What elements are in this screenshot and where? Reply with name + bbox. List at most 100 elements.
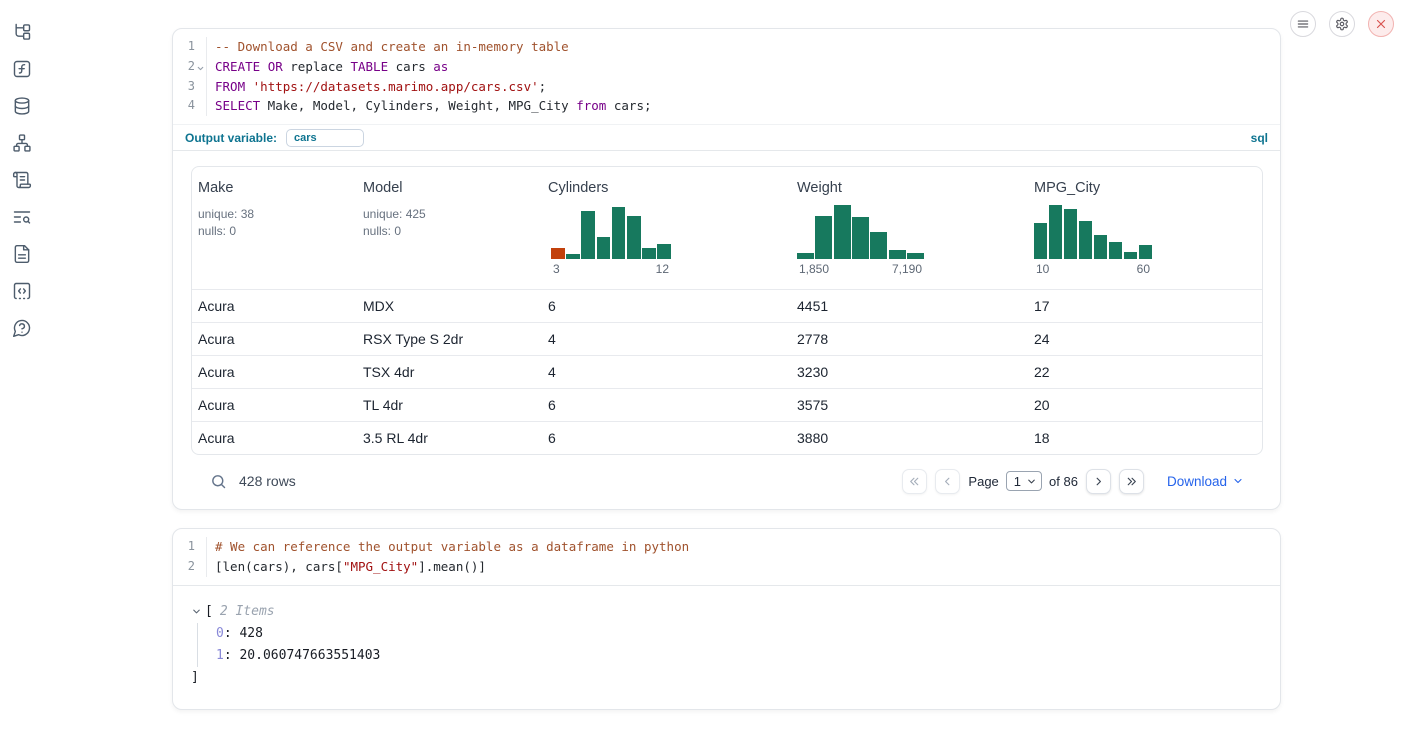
- histogram: [797, 205, 924, 259]
- histogram-bar: [907, 253, 924, 259]
- histogram-bar: [1124, 252, 1137, 259]
- fold-chevron-icon: [196, 64, 205, 73]
- line-number: 2: [173, 57, 195, 77]
- page-number-value: 1: [1014, 474, 1021, 489]
- table-column-header: Make unique: 38nulls: 0: [192, 167, 357, 289]
- settings-button[interactable]: [1329, 11, 1355, 37]
- column-stat: nulls: 0: [363, 223, 534, 240]
- tree-close-bracket: ]: [191, 667, 1262, 689]
- table-column-header: Cylinders312: [542, 167, 791, 289]
- code-snippet-icon: [12, 281, 32, 301]
- table-row: AcuraTL 4dr6357520: [192, 388, 1262, 421]
- column-stats: unique: 425nulls: 0: [363, 206, 534, 239]
- hist-min-label: 1,850: [799, 262, 829, 276]
- column-name[interactable]: Weight: [797, 180, 1020, 196]
- table-cell: 3230: [791, 356, 1028, 388]
- panel-datasources-button[interactable]: [11, 95, 33, 117]
- next-page-button[interactable]: [1086, 469, 1111, 494]
- column-stats: unique: 38nulls: 0: [198, 206, 349, 239]
- histogram-bar: [642, 248, 656, 259]
- scroll-text-icon: [12, 170, 32, 190]
- file-tree-icon: [12, 22, 32, 42]
- code-line[interactable]: 2CREATE OR replace TABLE cars as: [173, 57, 1280, 77]
- table-row: AcuraMDX6445117: [192, 289, 1262, 322]
- tree-root-row: [ 2 Items: [191, 601, 1262, 623]
- previous-page-button[interactable]: [935, 469, 960, 494]
- column-name[interactable]: Model: [363, 180, 534, 196]
- collapse-chevron-icon[interactable]: [191, 606, 202, 617]
- histogram-bar: [566, 254, 580, 259]
- tree-index: 1: [216, 648, 224, 663]
- histogram-bar: [657, 244, 671, 259]
- column-name[interactable]: MPG_City: [1034, 180, 1254, 196]
- panel-help-button[interactable]: [11, 317, 33, 339]
- table-column-header: MPG_City1060: [1028, 167, 1262, 289]
- panel-documentation-button[interactable]: [11, 243, 33, 265]
- table-cell: 24: [1028, 323, 1262, 355]
- table-cell: Acura: [192, 389, 357, 421]
- close-icon: [1374, 17, 1388, 31]
- download-label: Download: [1167, 474, 1227, 489]
- table-cell: Acura: [192, 356, 357, 388]
- table-header-row: Make unique: 38nulls: 0 Model unique: 425nu…: [192, 167, 1262, 289]
- output-variable-label: Output variable:: [185, 131, 277, 145]
- column-name[interactable]: Make: [198, 180, 349, 196]
- histogram-bar: [1079, 221, 1092, 259]
- tree-entry: 1: 20.060747663551403: [216, 645, 1262, 667]
- column-name[interactable]: Cylinders: [548, 180, 783, 196]
- histogram-bar: [1064, 209, 1077, 259]
- output-variable-input[interactable]: [286, 129, 364, 147]
- data-table: Make unique: 38nulls: 0 Model unique: 425nu…: [191, 166, 1263, 455]
- panel-dependency-graph-button[interactable]: [11, 132, 33, 154]
- code-line[interactable]: 2[len(cars), cars["MPG_City"].mean()]: [173, 557, 1280, 577]
- tree-value: 20.060747663551403: [239, 648, 380, 663]
- fold-indicator[interactable]: [195, 57, 206, 77]
- last-page-button[interactable]: [1119, 469, 1144, 494]
- panel-variables-button[interactable]: [11, 58, 33, 80]
- gear-icon: [1335, 17, 1349, 31]
- sql-code-editor[interactable]: 1-- Download a CSV and create an in-memo…: [173, 29, 1280, 124]
- line-number: 2: [173, 557, 195, 577]
- histogram-bar: [1094, 235, 1107, 259]
- table-cell: RSX Type S 2dr: [357, 323, 542, 355]
- table-search-button[interactable]: [210, 473, 227, 490]
- notebook-menu-button[interactable]: [1290, 11, 1316, 37]
- table-cell: TSX 4dr: [357, 356, 542, 388]
- page-number-select[interactable]: 1: [1006, 471, 1042, 491]
- panel-file-explorer-button[interactable]: [11, 21, 33, 43]
- dependency-graph-icon: [12, 133, 32, 153]
- hist-max-label: 60: [1137, 262, 1150, 276]
- python-code-editor[interactable]: 1# We can reference the output variable …: [173, 529, 1280, 586]
- menu-icon: [1296, 17, 1310, 31]
- hist-min-label: 3: [553, 262, 560, 276]
- table-cell: 6: [542, 389, 791, 421]
- tree-items-count: 2 Items: [220, 601, 275, 623]
- download-button[interactable]: Download: [1167, 474, 1244, 489]
- table-row: AcuraTSX 4dr4323022: [192, 355, 1262, 388]
- table-cell: 4: [542, 323, 791, 355]
- line-number: 3: [173, 77, 195, 97]
- chevrons-right-icon: [1125, 475, 1138, 488]
- panel-scratchpad-button[interactable]: [11, 169, 33, 191]
- table-column-header: Model unique: 425nulls: 0: [357, 167, 542, 289]
- code-line[interactable]: 3FROM 'https://datasets.marimo.app/cars.…: [173, 77, 1280, 97]
- text-search-icon: [12, 207, 32, 227]
- table-cell: MDX: [357, 290, 542, 322]
- shutdown-button[interactable]: [1368, 11, 1394, 37]
- tree-value: 428: [239, 626, 262, 641]
- table-cell: 4451: [791, 290, 1028, 322]
- code-line[interactable]: 4SELECT Make, Model, Cylinders, Weight, …: [173, 96, 1280, 116]
- histogram-bar: [612, 207, 626, 259]
- histogram-bar: [1049, 205, 1062, 259]
- chevron-down-icon: [1232, 475, 1244, 487]
- histogram-bar: [597, 237, 611, 259]
- panel-snippets-button[interactable]: [11, 280, 33, 302]
- code-line[interactable]: 1-- Download a CSV and create an in-memo…: [173, 37, 1280, 57]
- code-line[interactable]: 1# We can reference the output variable …: [173, 537, 1280, 557]
- code-text: SELECT Make, Model, Cylinders, Weight, M…: [206, 96, 1280, 116]
- table-cell: 3575: [791, 389, 1028, 421]
- table-cell: 3.5 RL 4dr: [357, 422, 542, 454]
- first-page-button[interactable]: [902, 469, 927, 494]
- panel-logs-button[interactable]: [11, 206, 33, 228]
- page-label: Page: [968, 474, 998, 489]
